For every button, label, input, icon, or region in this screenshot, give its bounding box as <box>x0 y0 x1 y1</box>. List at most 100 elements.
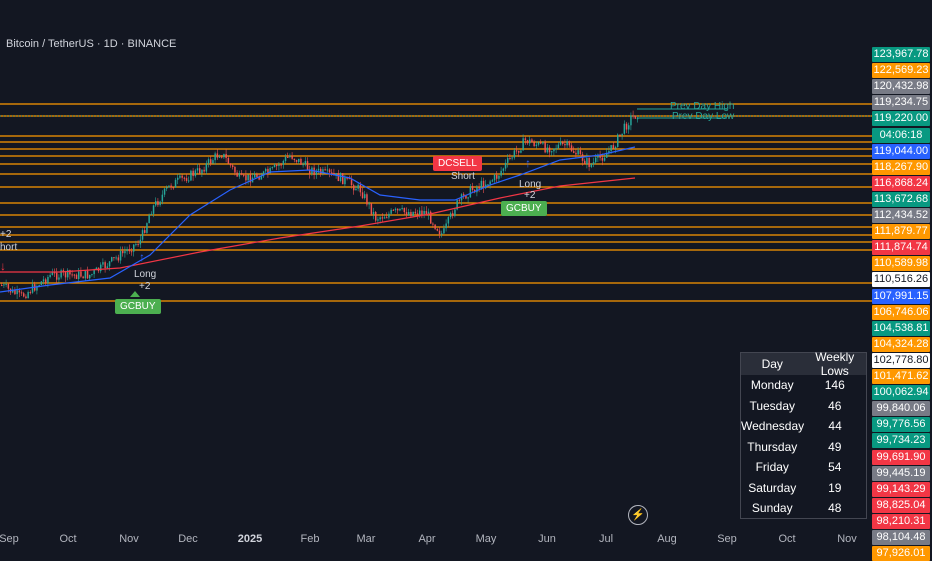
candle <box>20 292 23 294</box>
candle <box>161 194 164 202</box>
price-axis-tag[interactable]: 119,220.00 <box>872 111 930 127</box>
candle <box>243 174 245 176</box>
price-axis-tag[interactable]: 99,734.23 <box>872 433 930 449</box>
candle <box>273 164 276 168</box>
gcbuy-badge-2: GCBUY <box>501 201 547 216</box>
candle <box>353 185 355 191</box>
candle <box>317 168 320 171</box>
candle <box>590 164 593 167</box>
candle <box>344 177 346 185</box>
candle <box>86 270 89 279</box>
candle <box>58 277 60 280</box>
price-axis-tag[interactable]: 123,967.78 <box>872 47 930 62</box>
price-axis-tag[interactable]: 110,516.26 <box>872 272 930 288</box>
candle <box>328 169 331 173</box>
price-axis-tag[interactable]: 116,868.24 <box>872 175 930 191</box>
long-signal-value-2: +2 <box>524 190 536 201</box>
price-axis-tag[interactable]: 111,879.77 <box>872 224 930 240</box>
table-cell-value: 44 <box>828 419 842 434</box>
candle <box>298 158 300 162</box>
candle <box>584 160 586 164</box>
candle <box>509 157 511 159</box>
price-axis-tag[interactable]: 99,691.90 <box>872 449 930 465</box>
price-axis-tag[interactable]: 104,324.28 <box>872 336 930 352</box>
candle <box>45 279 47 284</box>
table-row: Friday 54 <box>741 457 866 478</box>
sell-arrow-icon: ↓ <box>0 259 6 273</box>
gcbuy-badge: GCBUY <box>115 299 161 314</box>
price-axis-tag[interactable]: 122,569.23 <box>872 63 930 79</box>
candle <box>392 209 395 211</box>
candle <box>544 142 546 153</box>
candle <box>551 151 553 153</box>
price-axis-tag[interactable]: 119,234.75 <box>872 95 930 111</box>
candle <box>130 251 133 253</box>
candle <box>436 228 439 231</box>
price-axis-tag[interactable]: 110,589.98 <box>872 256 930 272</box>
candle <box>5 284 7 286</box>
price-axis-tag[interactable]: 99,776.56 <box>872 417 930 433</box>
price-axis-tag[interactable]: 104,538.81 <box>872 320 930 336</box>
candle <box>139 239 142 245</box>
candle <box>302 164 304 166</box>
price-axis-tag[interactable]: 118,267.90 <box>872 159 930 175</box>
candle <box>564 143 566 146</box>
price-axis-tag[interactable]: 120,432.98 <box>872 79 930 95</box>
candle <box>84 270 87 279</box>
table-cell-value: 48 <box>828 501 842 516</box>
candle <box>350 179 353 186</box>
weekly-lows-table: Day Weekly Lows Monday 146 Tuesday 46 Wednes… <box>740 350 867 519</box>
candle <box>381 217 384 219</box>
candle <box>29 292 32 294</box>
candle <box>102 262 104 265</box>
candle <box>159 201 161 206</box>
candle <box>595 157 597 163</box>
candle <box>293 158 296 160</box>
candle <box>256 174 258 177</box>
candle <box>414 211 417 214</box>
price-axis-tag[interactable]: 97,926.01 <box>872 546 930 561</box>
candle <box>511 157 513 159</box>
candle <box>214 153 216 161</box>
candle <box>434 224 436 229</box>
price-axis-tag[interactable]: 99,445.19 <box>872 465 930 481</box>
price-axis-tag[interactable]: 101,471.62 <box>872 369 930 384</box>
candle <box>111 257 113 262</box>
symbol-title[interactable]: Bitcoin / TetherUS · 1D · BINANCE <box>6 38 176 50</box>
price-axis-tag[interactable]: 112,434.52 <box>872 208 930 223</box>
candle <box>614 146 617 149</box>
candle <box>568 141 571 146</box>
candle <box>377 219 379 221</box>
candle <box>634 115 637 119</box>
price-axis-tag[interactable]: 99,143.29 <box>872 481 930 497</box>
candle <box>502 168 505 171</box>
price-axis-tag[interactable]: 98,825.04 <box>872 497 930 513</box>
lightning-icon[interactable]: ⚡ <box>628 505 648 525</box>
candle <box>104 262 106 269</box>
price-axis-tag[interactable]: 04:06:18 <box>872 127 930 143</box>
price-axis-tag[interactable]: 98,210.31 <box>872 513 930 529</box>
price-axis-tag[interactable]: 106,746.06 <box>872 304 930 320</box>
candle <box>366 194 368 205</box>
price-axis-tag[interactable]: 119,044.00 <box>872 143 930 159</box>
price-axis-tag[interactable]: 102,778.80 <box>872 352 930 368</box>
candle <box>467 197 469 199</box>
price-axis-tag[interactable]: 99,840.06 <box>872 401 930 417</box>
dcsell-badge: DCSELL <box>433 156 482 171</box>
candle <box>82 276 84 279</box>
table-cell-value: 146 <box>824 378 845 393</box>
price-axis-tag[interactable]: 113,672.68 <box>872 191 930 207</box>
candle <box>47 277 49 284</box>
price-axis-tag[interactable]: 107,991.15 <box>872 288 930 304</box>
price-axis-tag[interactable]: 111,874.74 <box>872 240 930 256</box>
candle <box>135 244 137 246</box>
candle <box>306 161 309 170</box>
candle <box>562 141 564 144</box>
table-cell-day: Wednesday <box>741 419 805 434</box>
candle <box>621 133 623 136</box>
candle <box>51 272 54 275</box>
price-axis-tag[interactable]: 98,104.48 <box>872 530 930 545</box>
table-header-day: Day <box>761 357 783 371</box>
candle <box>247 174 249 181</box>
price-axis-tag[interactable]: 100,062.94 <box>872 385 930 401</box>
